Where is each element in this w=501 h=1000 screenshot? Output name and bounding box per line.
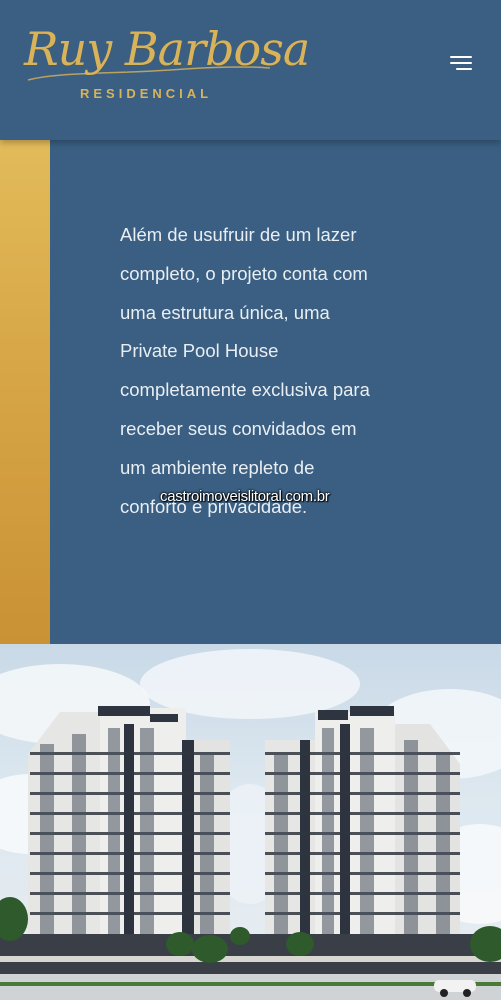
description-paragraph: Além de usufruir de um lazer completo, o… xyxy=(120,224,370,517)
brand-logo[interactable]: Ruy Barbosa RESIDENCIAL xyxy=(20,22,310,107)
content-section: Além de usufruir de um lazer completo, o… xyxy=(0,140,501,644)
building-illustration xyxy=(0,649,501,1000)
left-tower xyxy=(28,706,230,944)
logo-subtitle: RESIDENCIAL xyxy=(80,86,213,101)
site-header: Ruy Barbosa RESIDENCIAL xyxy=(0,0,501,140)
gold-accent-bar xyxy=(0,140,50,644)
hamburger-menu-icon[interactable] xyxy=(446,50,476,76)
menu-line xyxy=(450,62,472,64)
menu-line xyxy=(456,68,472,70)
menu-line xyxy=(450,56,472,58)
watermark-text: castroimoveislitoral.com.br xyxy=(160,488,330,505)
logo-script-text: Ruy Barbosa xyxy=(24,22,310,76)
building-render-image xyxy=(0,644,501,1000)
